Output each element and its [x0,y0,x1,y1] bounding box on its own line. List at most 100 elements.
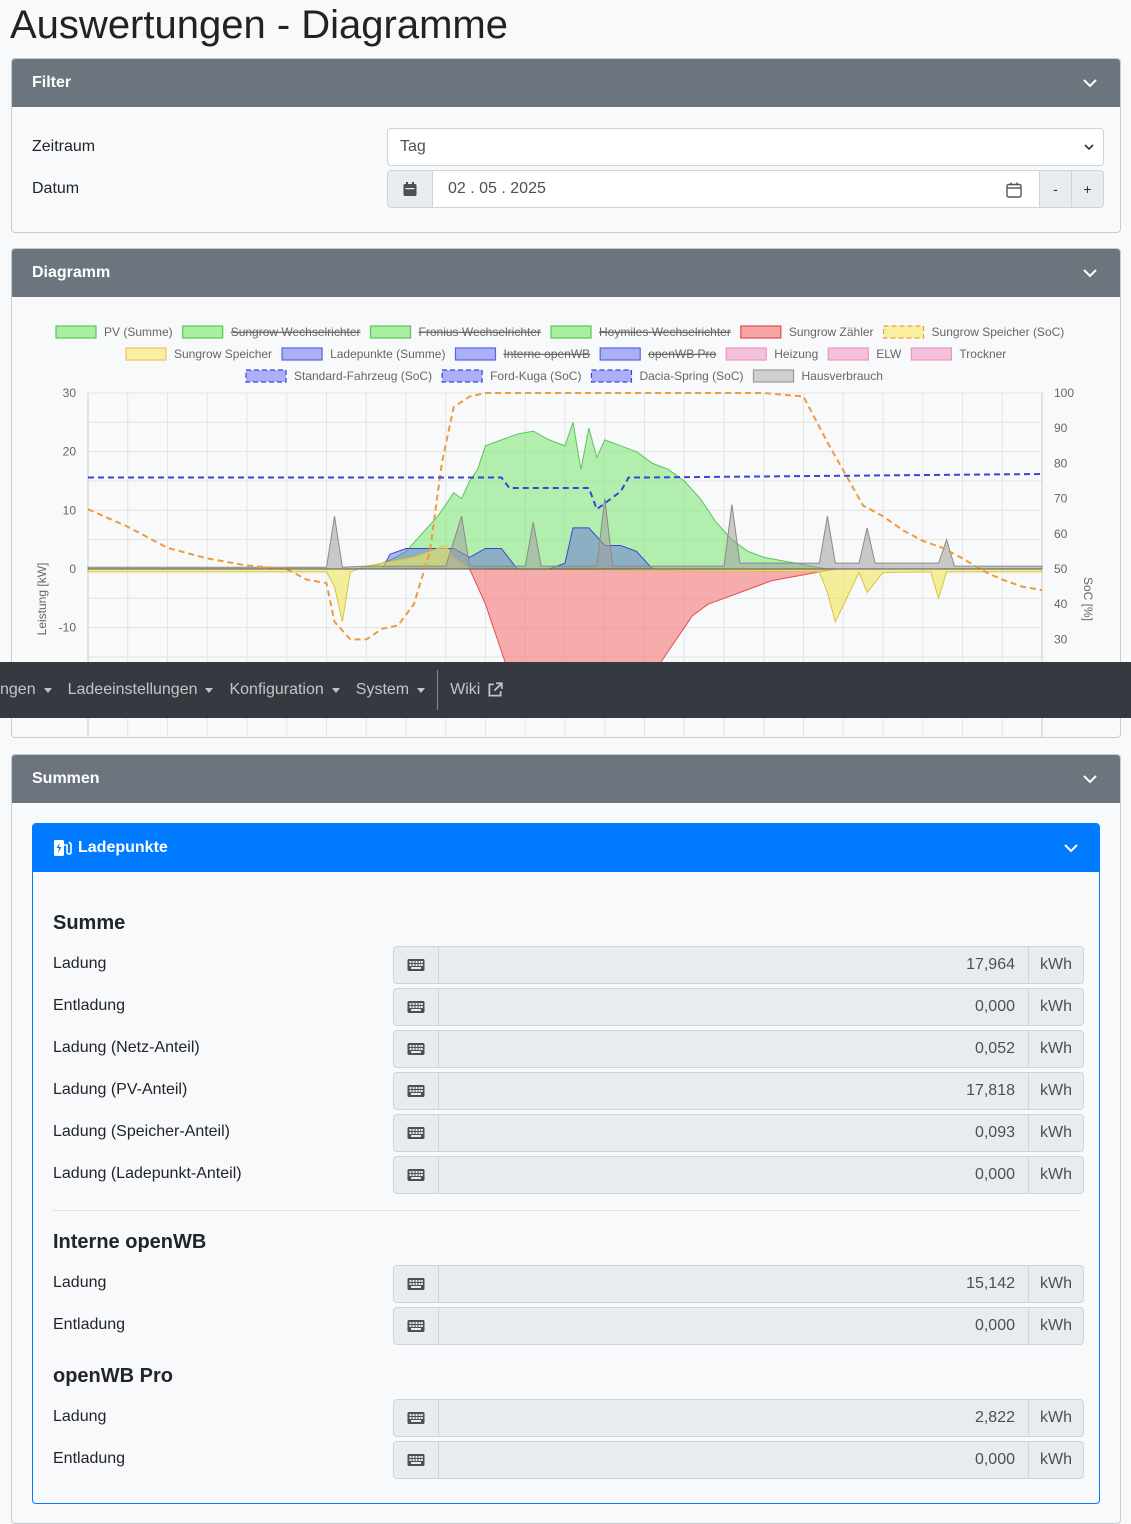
legend-label: Sungrow Zähler [789,325,874,339]
keyboard-icon [407,1169,425,1181]
legend-label: Standard-Fahrzeug (SoC) [294,369,432,383]
sum-row: Entladung 0,000 kWh [53,988,1084,1026]
keyboard-icon [407,1001,425,1013]
legend-item: openWB Pro [599,347,717,361]
date-picker-icon[interactable] [1005,181,1023,199]
sum-value-field: 0,093 [438,1114,1029,1152]
zeitraum-value: Tag [400,138,426,155]
sum-value-field: 15,142 [438,1265,1029,1303]
sum-unit: kWh [1028,1307,1084,1345]
y2-tick-label: 30 [1054,632,1068,646]
sum-row-label: Entladung [53,1316,126,1333]
sum-value-field: 0,000 [438,1307,1029,1345]
y-tick-label: 20 [63,445,77,459]
date-minus-button[interactable]: - [1040,170,1072,208]
sum-row-label: Entladung [53,997,126,1014]
legend-item: Sungrow Speicher (SoC) [882,325,1065,339]
zeitraum-select[interactable]: Tag [387,128,1104,166]
sum-value-field: 17,818 [438,1072,1029,1110]
legend-label: Trockner [959,347,1006,361]
sum-unit: kWh [1028,1441,1084,1479]
filter-card: Filter Zeitraum Tag Datum 02 . 05 . 2025… [11,58,1121,233]
y2-axis-title: SoC [%] [1081,577,1095,621]
caret-down-icon [43,687,52,693]
datum-label: Datum [32,180,80,197]
nav-item-system[interactable]: System [356,681,426,699]
chevron-down-icon [1064,844,1078,853]
chevron-down-icon [1083,79,1097,88]
chevron-down-icon [1083,269,1097,278]
sum-value-field: 0,052 [438,1030,1029,1068]
keyboard-icon-box [393,1156,439,1194]
sum-unit: kWh [1028,1265,1084,1303]
ladepunkte-card-header[interactable]: Ladepunkte [33,824,1099,872]
keyboard-icon [407,1278,425,1290]
y-tick-label: -10 [59,621,77,635]
keyboard-icon-box [393,1307,439,1345]
legend-label: Hausverbrauch [802,369,883,383]
legend-swatch [245,369,287,383]
sum-row-label: Ladung [53,955,107,972]
legend-label: Sungrow Speicher (SoC) [932,325,1065,339]
sum-row: Ladung (Ladepunkt-Anteil) 0,000 kWh [53,1156,1084,1194]
y2-tick-label: 60 [1054,527,1068,541]
legend-item: Interne openWB [454,347,590,361]
section-title-interne-openwb: Interne openWB [53,1231,207,1253]
keyboard-icon-box [393,1114,439,1152]
ladepunkte-card: Ladepunkte Summe Ladung 17,964 kWh Entladu… [32,823,1100,1504]
nav-item-wiki[interactable]: Wiki [450,681,504,699]
date-plus-button[interactable]: + [1072,170,1104,208]
y2-tick-label: 40 [1054,597,1068,611]
legend-label: Hoymiles Wechselrichter [599,325,731,339]
nav-item-ladeeinstellungen[interactable]: Ladeeinstellungen [68,681,214,699]
y-tick-label: 30 [63,386,77,400]
nav-item-konfiguration[interactable]: Konfiguration [229,681,340,699]
calendar-prefix [387,170,433,208]
keyboard-icon [407,1320,425,1332]
sum-value-field: 2,822 [438,1399,1029,1437]
keyboard-icon-box [393,1072,439,1110]
legend-item: Hoymiles Wechselrichter [550,325,731,339]
sum-row-label: Ladung (PV-Anteil) [53,1081,188,1098]
datum-input[interactable]: 02 . 05 . 2025 [433,170,1040,208]
sum-row-label: Entladung [53,1450,126,1467]
select-arrow-icon [1084,144,1094,151]
legend-swatch [882,325,925,339]
sum-row: Ladung 2,822 kWh [53,1399,1084,1437]
section-title-openwb-pro: openWB Pro [53,1365,173,1387]
legend-item: Standard-Fahrzeug (SoC) [245,369,432,383]
y-tick-label: 10 [63,503,77,517]
charging-station-icon [54,840,72,856]
legend-label: Dacia-Spring (SoC) [639,369,743,383]
y2-tick-label: 50 [1054,562,1068,576]
keyboard-icon [407,1127,425,1139]
diagramm-card-header[interactable]: Diagramm [12,249,1120,297]
legend-swatch [827,347,869,361]
y2-tick-label: 80 [1054,456,1068,470]
zeitraum-row: Zeitraum Tag [32,128,1104,166]
keyboard-icon-box [393,1030,439,1068]
sum-row-label: Ladung (Speicher-Anteil) [53,1123,230,1140]
sum-row: Ladung (PV-Anteil) 17,818 kWh [53,1072,1084,1110]
caret-down-icon [417,687,426,693]
sum-row-label: Ladung [53,1408,107,1425]
legend-swatch [590,369,633,383]
filter-card-header[interactable]: Filter [12,59,1120,107]
sum-row: Entladung 0,000 kWh [53,1307,1084,1345]
chevron-down-icon [1083,775,1097,784]
summen-card-header[interactable]: Summen [12,755,1120,803]
keyboard-icon-box [393,1265,439,1303]
nav-item-auswertungen[interactable]: ngen [0,681,52,699]
y-axis-title: Leistung [kW] [35,563,49,636]
sum-unit: kWh [1028,1072,1084,1110]
sum-row: Ladung 17,964 kWh [53,946,1084,984]
legend-item: Sungrow Speicher [125,347,272,361]
sum-value-field: 0,000 [438,1156,1029,1194]
caret-down-icon [331,687,340,693]
filter-header-label: Filter [32,74,72,91]
legend-swatch [182,325,224,339]
datum-value: 02 . 05 . 2025 [448,180,546,197]
legend-item: Hausverbrauch [752,369,883,383]
sum-row: Entladung 0,000 kWh [53,1441,1084,1479]
nav-divider [437,670,439,710]
